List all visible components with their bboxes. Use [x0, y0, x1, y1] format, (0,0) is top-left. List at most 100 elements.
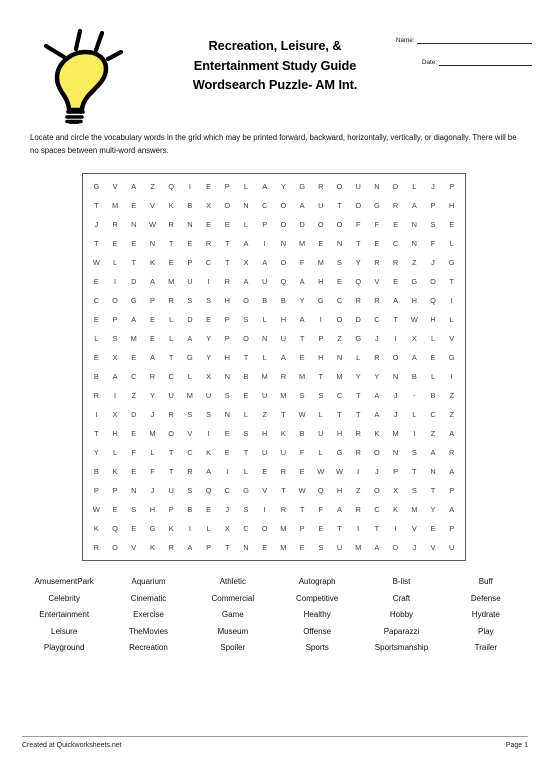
grid-cell[interactable]: E — [162, 258, 181, 266]
grid-cell[interactable]: F — [368, 220, 387, 228]
grid-cell[interactable]: D — [181, 315, 200, 323]
grid-cell[interactable]: P — [424, 201, 443, 209]
grid-cell[interactable]: M — [274, 543, 293, 551]
grid-cell[interactable]: C — [368, 315, 387, 323]
grid-cell[interactable]: R — [349, 296, 368, 304]
grid-cell[interactable]: E — [124, 524, 143, 532]
grid-cell[interactable]: P — [106, 315, 125, 323]
word-list-item[interactable]: Paparazzi — [359, 626, 443, 637]
grid-cell[interactable]: E — [143, 334, 162, 342]
grid-cell[interactable]: Y — [293, 296, 312, 304]
word-list-item[interactable]: Defense — [444, 593, 528, 604]
grid-cell[interactable]: V — [424, 543, 443, 551]
grid-cell[interactable]: H — [274, 315, 293, 323]
grid-cell[interactable]: Y — [349, 258, 368, 266]
grid-cell[interactable]: H — [330, 486, 349, 494]
grid-cell[interactable]: O — [106, 543, 125, 551]
grid-cell[interactable]: O — [162, 429, 181, 437]
grid-cell[interactable]: G — [311, 296, 330, 304]
grid-cell[interactable]: R — [106, 220, 125, 228]
grid-cell[interactable]: V — [124, 543, 143, 551]
grid-cell[interactable]: M — [405, 505, 424, 513]
grid-cell[interactable]: J — [368, 334, 387, 342]
grid-cell[interactable]: E — [87, 277, 106, 285]
grid-cell[interactable]: W — [330, 467, 349, 475]
grid-cell[interactable]: E — [181, 239, 200, 247]
grid-cell[interactable]: O — [368, 486, 387, 494]
word-list-item[interactable]: Healthy — [275, 609, 359, 620]
grid-cell[interactable]: U — [349, 182, 368, 190]
grid-cell[interactable]: Y — [424, 505, 443, 513]
grid-cell[interactable]: C — [218, 486, 237, 494]
word-list-item[interactable]: Play — [444, 626, 528, 637]
grid-cell[interactable]: V — [368, 277, 387, 285]
grid-cell[interactable]: E — [293, 543, 312, 551]
grid-cell[interactable]: X — [386, 486, 405, 494]
grid-cell[interactable]: T — [87, 239, 106, 247]
grid-cell[interactable]: E — [424, 353, 443, 361]
grid-cell[interactable]: R — [274, 372, 293, 380]
grid-cell[interactable]: Z — [442, 410, 461, 418]
grid-cell[interactable]: L — [424, 334, 443, 342]
grid-cell[interactable]: U — [311, 201, 330, 209]
grid-cell[interactable]: E — [218, 220, 237, 228]
grid-cell[interactable]: A — [237, 277, 256, 285]
grid-cell[interactable]: N — [218, 372, 237, 380]
grid-cell[interactable]: X — [237, 258, 256, 266]
grid-cell[interactable]: Z — [124, 391, 143, 399]
grid-cell[interactable]: E — [255, 543, 274, 551]
grid-cell[interactable]: H — [311, 277, 330, 285]
grid-cell[interactable]: Q — [162, 182, 181, 190]
grid-cell[interactable]: H — [330, 429, 349, 437]
word-list-item[interactable]: B-list — [359, 576, 443, 587]
grid-cell[interactable]: T — [87, 201, 106, 209]
grid-cell[interactable]: N — [405, 239, 424, 247]
grid-cell[interactable]: K — [162, 201, 181, 209]
grid-cell[interactable]: R — [274, 505, 293, 513]
grid-cell[interactable]: A — [124, 182, 143, 190]
grid-cell[interactable]: E — [87, 315, 106, 323]
grid-cell[interactable]: T — [349, 391, 368, 399]
grid-cell[interactable]: F — [124, 448, 143, 456]
grid-cell[interactable]: W — [293, 410, 312, 418]
grid-cell[interactable]: K — [106, 467, 125, 475]
grid-cell[interactable]: A — [237, 239, 256, 247]
grid-cell[interactable]: R — [349, 448, 368, 456]
grid-cell[interactable]: C — [424, 410, 443, 418]
grid-cell[interactable]: O — [255, 524, 274, 532]
grid-cell[interactable]: P — [442, 182, 461, 190]
grid-cell[interactable]: S — [405, 448, 424, 456]
grid-cell[interactable]: W — [143, 220, 162, 228]
grid-cell[interactable]: L — [106, 258, 125, 266]
grid-cell[interactable]: O — [368, 448, 387, 456]
grid-cell[interactable]: O — [330, 220, 349, 228]
grid-cell[interactable]: E — [199, 505, 218, 513]
grid-cell[interactable]: C — [124, 372, 143, 380]
grid-cell[interactable]: U — [330, 543, 349, 551]
grid-cell[interactable]: F — [311, 505, 330, 513]
name-input-line[interactable] — [416, 36, 532, 44]
grid-cell[interactable]: T — [218, 543, 237, 551]
grid-cell[interactable]: L — [237, 410, 256, 418]
grid-cell[interactable]: B — [237, 372, 256, 380]
grid-cell[interactable]: P — [442, 486, 461, 494]
grid-cell[interactable]: E — [87, 353, 106, 361]
grid-cell[interactable]: E — [124, 353, 143, 361]
grid-cell[interactable]: I — [386, 524, 405, 532]
grid-cell[interactable]: L — [181, 372, 200, 380]
grid-cell[interactable]: V — [442, 334, 461, 342]
word-list-item[interactable]: Commercial — [191, 593, 275, 604]
grid-cell[interactable]: S — [106, 334, 125, 342]
grid-cell[interactable]: Q — [274, 277, 293, 285]
grid-cell[interactable]: B — [181, 505, 200, 513]
grid-cell[interactable]: M — [274, 391, 293, 399]
grid-cell[interactable]: T — [311, 372, 330, 380]
grid-cell[interactable]: O — [330, 315, 349, 323]
grid-cell[interactable]: S — [181, 296, 200, 304]
grid-cell[interactable]: E — [124, 429, 143, 437]
grid-cell[interactable]: D — [124, 277, 143, 285]
grid-cell[interactable]: N — [274, 239, 293, 247]
grid-cell[interactable]: O — [274, 201, 293, 209]
grid-cell[interactable]: U — [311, 429, 330, 437]
grid-cell[interactable]: N — [424, 467, 443, 475]
